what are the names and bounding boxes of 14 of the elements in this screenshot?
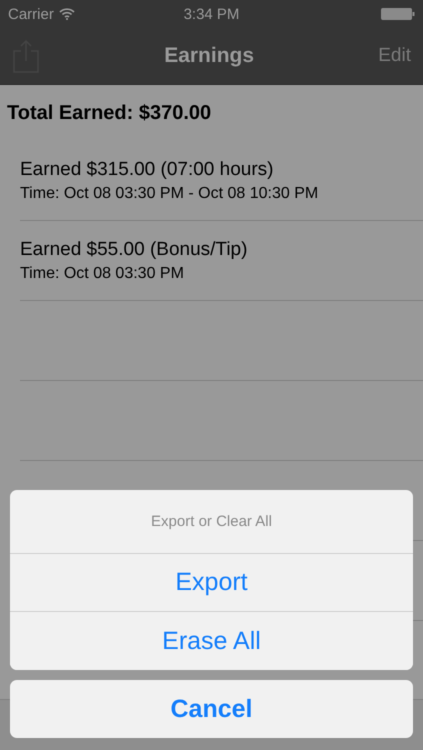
earning-title: Earned $55.00 (Bonus/Tip) xyxy=(20,238,248,260)
cancel-button[interactable]: Cancel xyxy=(10,680,413,738)
total-earned: Total Earned: $370.00 xyxy=(6,101,212,126)
earning-row[interactable]: Earned $55.00 (Bonus/Tip) Time: Oct 08 03:30 PM xyxy=(20,221,423,301)
edit-button[interactable]: Edit xyxy=(378,45,411,67)
nav-title: Earnings xyxy=(164,44,254,68)
battery-icon xyxy=(381,8,415,20)
earning-time: Time: Oct 08 03:30 PM - Oct 08 10:30 PM xyxy=(20,184,320,202)
wifi-icon xyxy=(58,8,75,20)
status-time: 3:34 PM xyxy=(184,6,240,22)
carrier-label: Carrier xyxy=(8,6,54,22)
earning-row[interactable]: Earned $315.00 (07:00 hours) Time: Oct 08 03:30 PM - Oct 08 10:30 PM xyxy=(20,141,423,221)
earning-time: Time: Oct 08 03:30 PM xyxy=(20,264,185,282)
earning-title: Earned $315.00 (07:00 hours) xyxy=(20,158,275,180)
